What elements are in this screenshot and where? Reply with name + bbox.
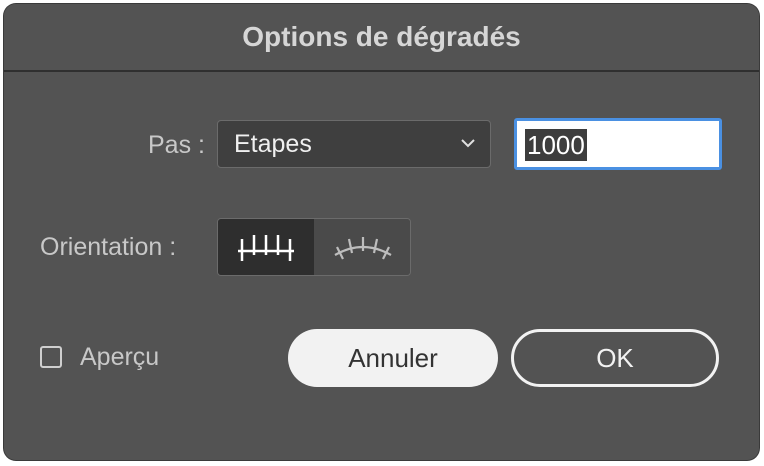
dialog-titlebar: Options de dégradés [4, 4, 759, 72]
steps-value-text: 1000 [525, 129, 587, 161]
pas-label: Pas : [148, 131, 205, 159]
cancel-button[interactable]: Annuler [288, 329, 498, 387]
pas-dropdown[interactable]: Etapes [217, 120, 491, 168]
preview-label[interactable]: Aperçu [80, 343, 159, 372]
blend-options-dialog: Options de dégradés Pas : Etapes 1000 Or… [4, 4, 759, 460]
orientation-align-to-page-button[interactable] [218, 219, 314, 275]
pas-dropdown-value: Etapes [234, 130, 312, 158]
orientation-align-to-path-button[interactable] [315, 219, 410, 275]
steps-value-input[interactable]: 1000 [514, 118, 722, 170]
preview-checkbox[interactable] [40, 346, 62, 368]
align-to-path-icon [334, 237, 392, 260]
chevron-down-icon [461, 139, 475, 148]
orientation-toggle-group [217, 218, 411, 276]
orientation-label: Orientation : [40, 233, 177, 261]
dialog-title: Options de dégradés [242, 21, 521, 52]
align-to-page-icon [238, 235, 294, 261]
ok-button[interactable]: OK [511, 329, 719, 387]
